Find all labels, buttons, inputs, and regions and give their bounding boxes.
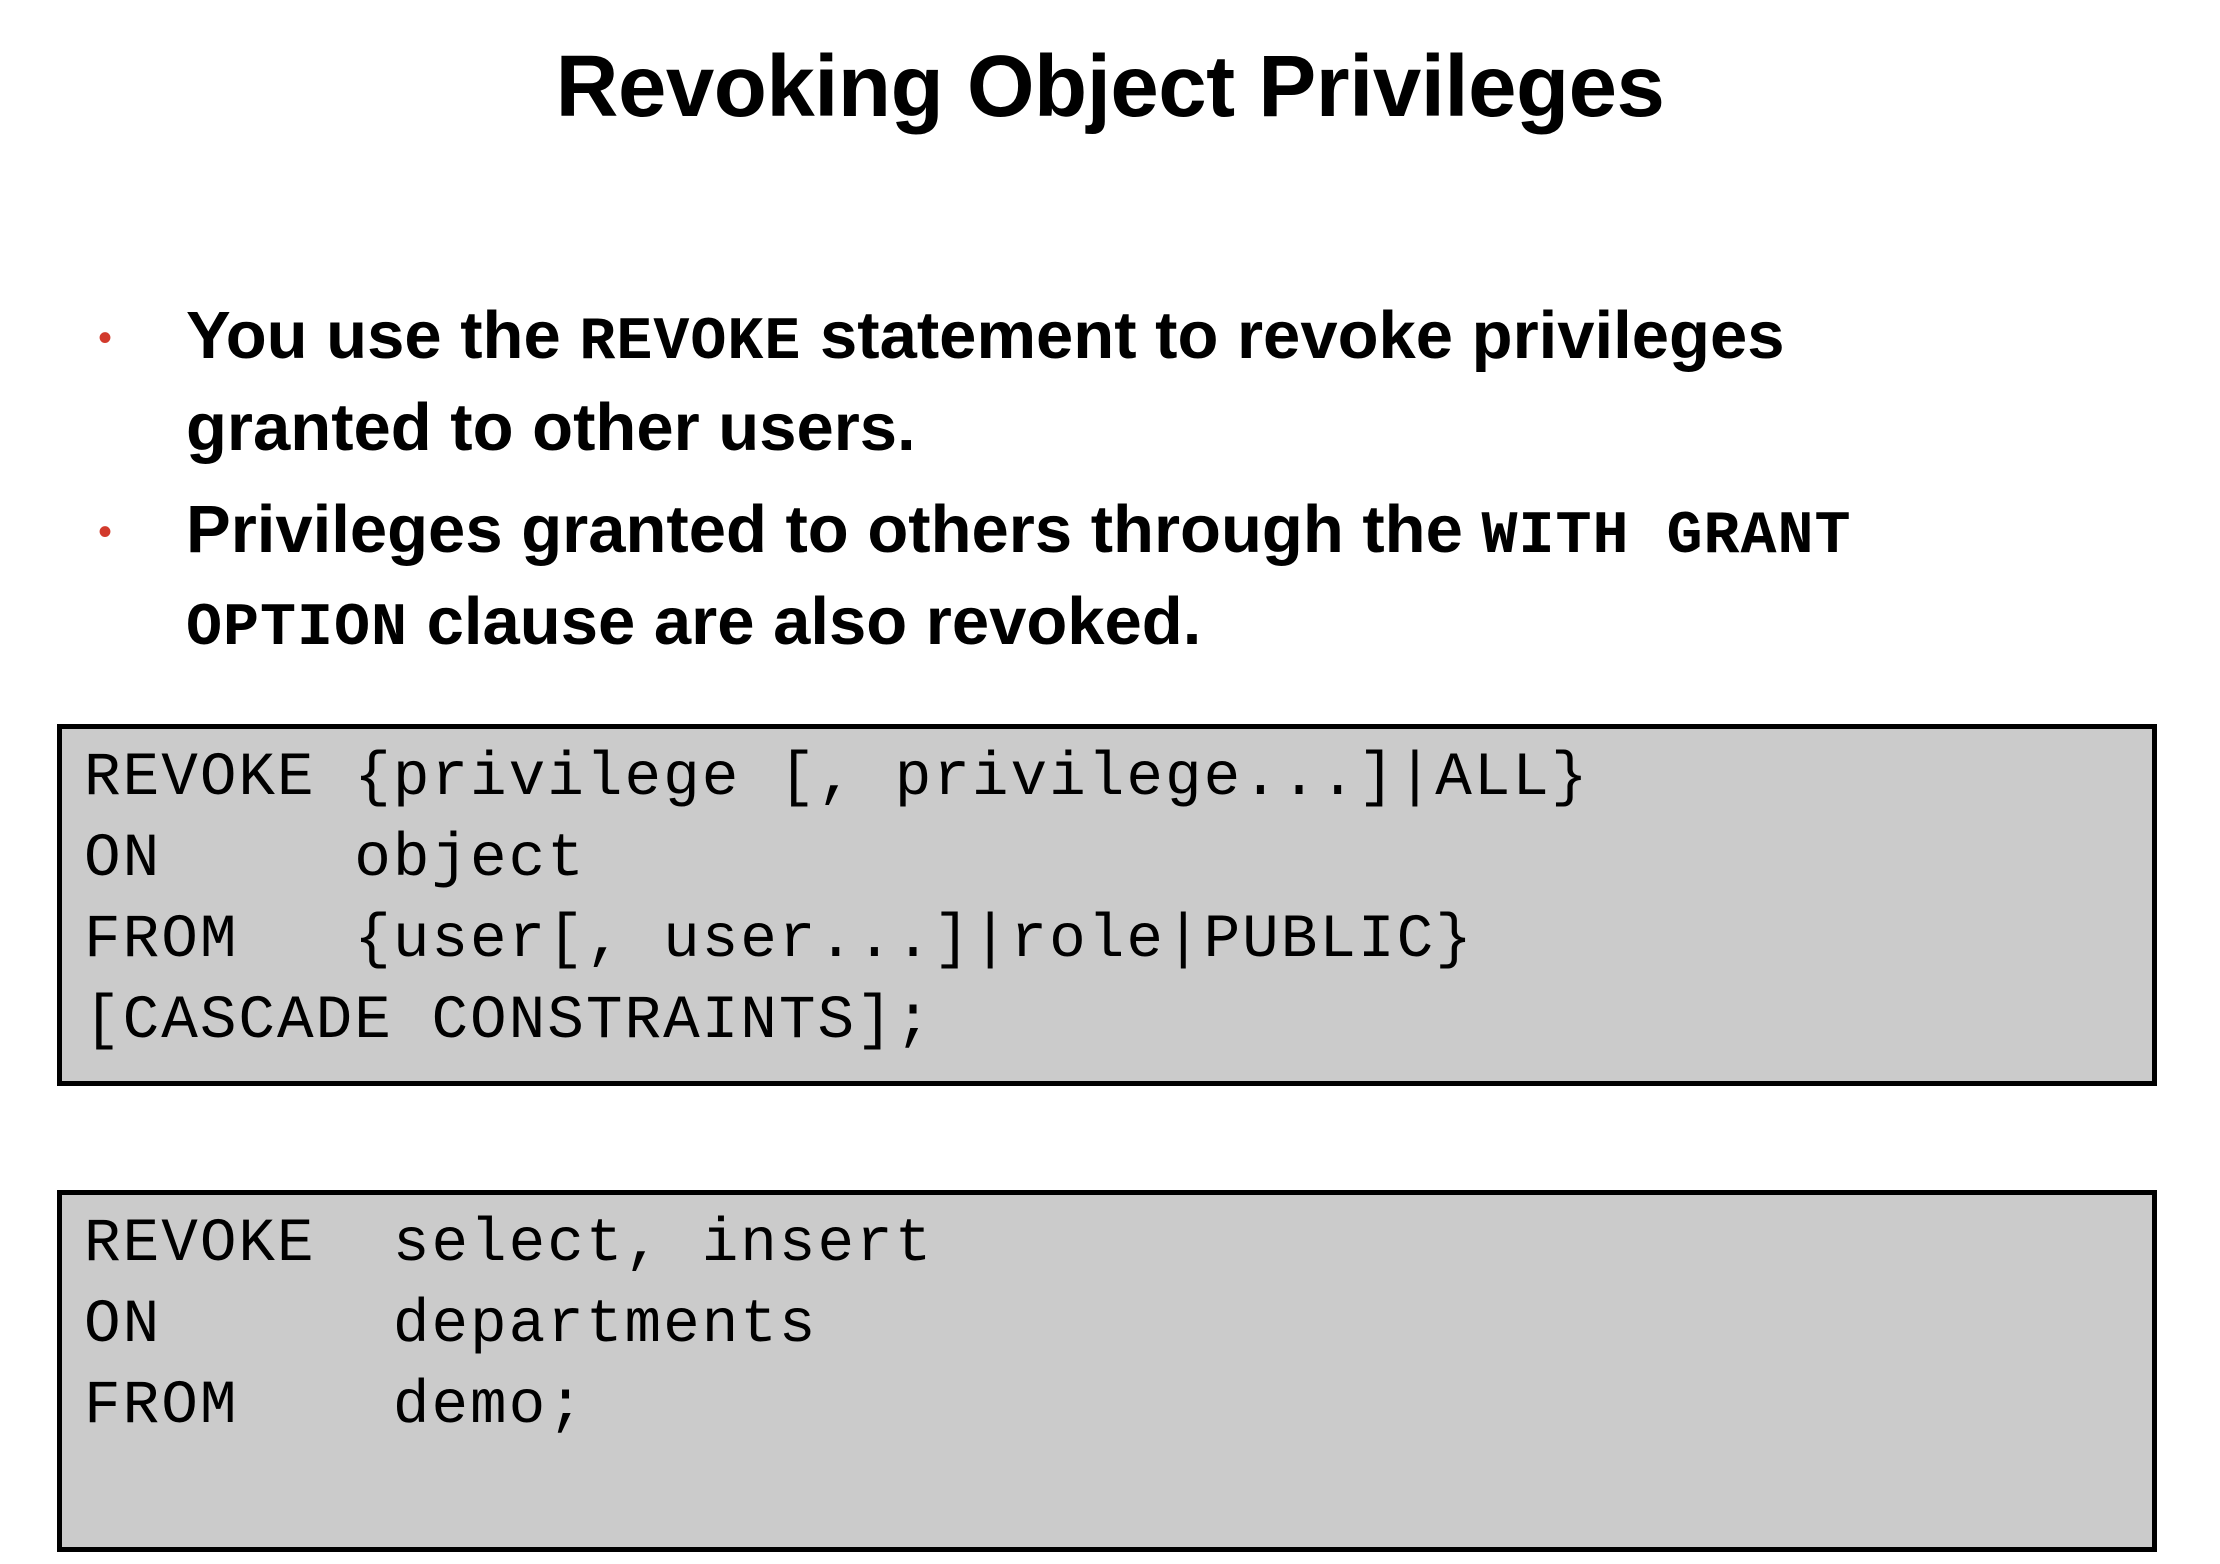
example-line-3: FROM demo; (84, 1372, 586, 1441)
bullet-2-text-a: Privileges granted to others through the (186, 492, 1482, 567)
bullet-line-2b: OPTION clause are also revoked. (186, 576, 2146, 675)
syntax-line-3: FROM {user[, user...]|role|PUBLIC} (84, 906, 1474, 975)
bullet-2-keyword-with-grant: WITH GRANT (1481, 503, 1852, 571)
bullet-line-2a: Privileges granted to others through the… (186, 484, 2146, 583)
example-line-2: ON departments (84, 1291, 818, 1360)
syntax-line-1: REVOKE {privilege [, privilege...]|ALL} (84, 744, 1590, 813)
bullet-1-keyword-revoke: REVOKE (579, 309, 802, 377)
bullet-2-text-b: clause are also revoked. (408, 584, 1202, 659)
bullet-line-1b: granted to other users. (186, 382, 2146, 474)
syntax-line-2: ON object (84, 825, 586, 894)
bullet-dot-icon: • (97, 510, 112, 554)
example-code-box: REVOKE select, insert ON departments FRO… (57, 1190, 2157, 1552)
example-line-1: REVOKE select, insert (84, 1210, 934, 1279)
bullet-1-text-c: granted to other users. (186, 390, 916, 465)
slide: Revoking Object Privileges • You use the… (0, 0, 2220, 1564)
bullet-1-text-a: You use the (186, 298, 580, 373)
bullet-1-text-b: statement to revoke privileges (801, 298, 1785, 373)
syntax-code-box: REVOKE {privilege [, privilege...]|ALL} … (57, 724, 2157, 1086)
syntax-line-4: [CASCADE CONSTRAINTS]; (84, 987, 934, 1056)
slide-title: Revoking Object Privileges (555, 38, 1665, 135)
bullet-dot-icon: • (97, 316, 112, 360)
bullet-line-1a: You use the REVOKE statement to revoke p… (186, 290, 2146, 389)
bullet-2-keyword-option: OPTION (186, 595, 409, 663)
